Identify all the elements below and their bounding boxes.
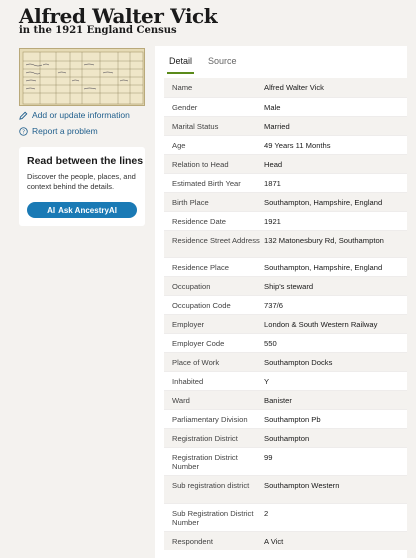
detail-label: Registration District <box>172 434 238 443</box>
tab-source[interactable]: Source <box>208 54 237 74</box>
detail-value: Y <box>264 377 270 386</box>
detail-value: 550 <box>264 339 277 348</box>
detail-value: 99 <box>264 453 273 462</box>
detail-label: Occupation Code <box>172 301 231 310</box>
detail-row: Employer Code 550 <box>164 333 407 352</box>
detail-label: Name <box>172 83 193 92</box>
svg-text:?: ? <box>22 129 25 135</box>
detail-value: Southampton Docks <box>264 358 333 367</box>
detail-label: Sub Registration District Number <box>172 509 254 527</box>
detail-row: Occupation Code 737/6 <box>164 295 407 314</box>
tab-bar: Detail Source <box>167 54 251 74</box>
detail-label: Residence Date <box>172 217 227 226</box>
promo-card-title: Read between the lines <box>27 155 144 167</box>
record-detail-panel: Detail Source Name Alfred Walter Vick Gen… <box>155 46 407 558</box>
detail-row: Occupation Ship's steward <box>164 276 407 295</box>
detail-label: Place of Work <box>172 358 220 367</box>
page-subtitle: in the 1921 England Census <box>19 25 177 36</box>
detail-value: Head <box>264 160 283 169</box>
detail-value: Southampton, Hampshire, England <box>264 198 383 207</box>
detail-label: Relation to Head <box>172 160 229 169</box>
detail-label: Gender <box>172 103 198 112</box>
detail-label: Marital Status <box>172 122 219 131</box>
detail-label: Registration District Number <box>172 453 238 471</box>
report-problem-link[interactable]: ? Report a problem <box>19 126 98 136</box>
detail-value: Alfred Walter Vick <box>264 83 324 92</box>
detail-row: Age 49 Years 11 Months <box>164 135 407 154</box>
add-update-information-link[interactable]: Add or update information <box>19 110 130 120</box>
detail-label: Parliamentary Division <box>172 415 248 424</box>
detail-value: Ship's steward <box>264 282 314 291</box>
detail-row: Marital Status Married <box>164 116 407 135</box>
add-update-information-label: Add or update information <box>32 110 130 120</box>
detail-label: Residence Place <box>172 263 229 272</box>
detail-label: Respondent <box>172 537 213 546</box>
detail-row: Sub registration district Southampton Wes… <box>164 475 407 503</box>
detail-label: Occupation <box>172 282 211 291</box>
detail-row: Name Alfred Walter Vick <box>164 78 407 97</box>
detail-value: London & South Western Railway <box>264 320 378 329</box>
promo-card-text: Discover the people, places, and context… <box>27 172 136 191</box>
detail-value: Married <box>264 122 290 131</box>
detail-table: Name Alfred Walter Vick Gender Male Marita… <box>164 78 407 550</box>
detail-row: Place of Work Southampton Docks <box>164 352 407 371</box>
detail-label: Inhabited <box>172 377 204 386</box>
ask-ancestry-ai-label: Ask AncestryAI <box>58 205 117 215</box>
detail-label: Age <box>172 141 186 150</box>
detail-value: Southampton Pb <box>264 415 321 424</box>
detail-label: Sub registration district <box>172 481 250 490</box>
detail-value: Male <box>264 103 281 112</box>
detail-label: Employer <box>172 320 205 329</box>
detail-value: Southampton <box>264 434 310 443</box>
detail-value: 1871 <box>264 179 281 188</box>
detail-value: 1921 <box>264 217 281 226</box>
detail-row: Residence Date 1921 <box>164 211 407 230</box>
detail-row: Registration District Southampton <box>164 428 407 447</box>
detail-row: Inhabited Y <box>164 371 407 390</box>
detail-label: Residence Street Address <box>172 236 260 245</box>
detail-value: 737/6 <box>264 301 284 310</box>
ai-icon: AI <box>47 205 56 215</box>
detail-value: 49 Years 11 Months <box>264 141 331 150</box>
ancestry-ai-promo-card: Read between the lines Discover the peop… <box>19 147 145 226</box>
detail-row: Employer London & South Western Railway <box>164 314 407 333</box>
detail-row: Sub Registration District Number 2 <box>164 503 407 531</box>
detail-value: 132 Matonesbury Rd, Southampton <box>264 236 384 245</box>
pencil-icon <box>19 111 28 120</box>
detail-row: Birth Place Southampton, Hampshire, Engla… <box>164 192 407 211</box>
detail-label: Ward <box>172 396 190 405</box>
detail-value: Banister <box>264 396 292 405</box>
detail-row: Respondent A Vict <box>164 531 407 550</box>
detail-label: Employer Code <box>172 339 225 348</box>
detail-value: Southampton Western <box>264 481 340 490</box>
detail-row: Parliamentary Division Southampton Pb <box>164 409 407 428</box>
report-problem-label: Report a problem <box>32 126 98 136</box>
detail-label: Birth Place <box>172 198 209 207</box>
tab-detail[interactable]: Detail <box>167 54 195 74</box>
ask-ancestry-ai-button[interactable]: AI Ask AncestryAI <box>27 202 137 218</box>
detail-row: Residence Street Address 132 Matonesbury … <box>164 230 407 257</box>
detail-value: 2 <box>264 509 269 518</box>
census-record-thumbnail[interactable] <box>19 48 145 106</box>
detail-row: Estimated Birth Year 1871 <box>164 173 407 192</box>
detail-row: Relation to Head Head <box>164 154 407 173</box>
detail-row: Gender Male <box>164 97 407 116</box>
detail-row: Ward Banister <box>164 390 407 409</box>
detail-value: A Vict <box>264 537 284 546</box>
detail-row: Residence Place Southampton, Hampshire, E… <box>164 257 407 276</box>
detail-row: Registration District Number 99 <box>164 447 407 475</box>
detail-label: Estimated Birth Year <box>172 179 241 188</box>
detail-value: Southampton, Hampshire, England <box>264 263 383 272</box>
help-circle-icon: ? <box>19 126 28 136</box>
